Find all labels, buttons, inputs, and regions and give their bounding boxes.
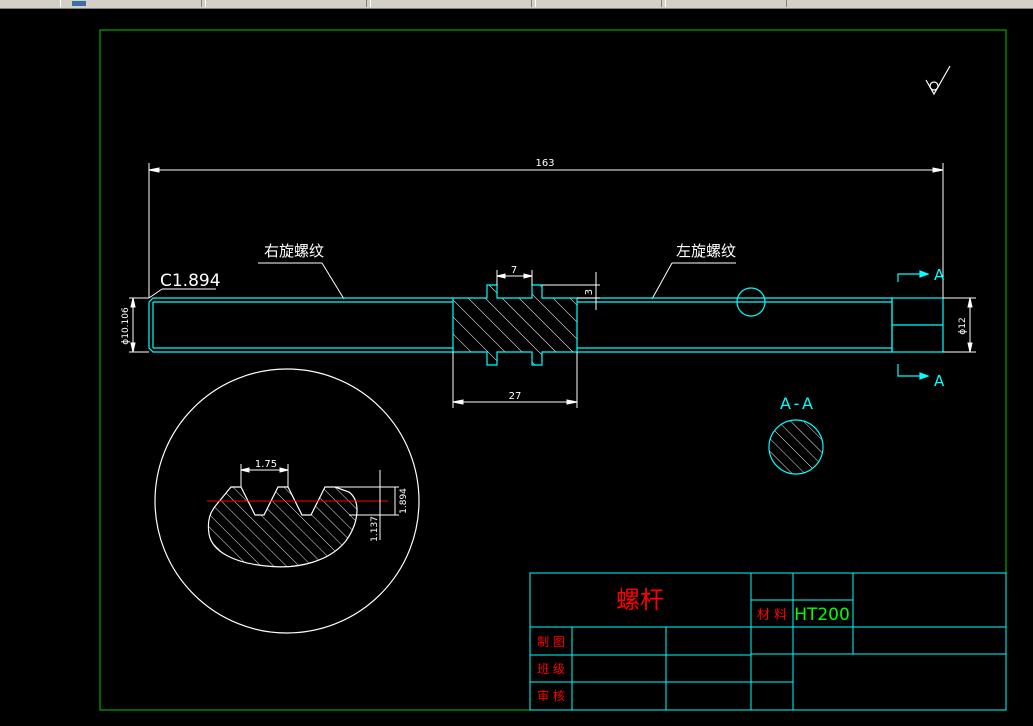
drawn-by-label: 制 图 (537, 635, 565, 649)
thread-root-label: 1.137 (370, 516, 380, 542)
part-name: 螺杆 (616, 586, 664, 614)
section-view-title: A-A (780, 394, 816, 413)
material-value: HT200 (794, 605, 850, 625)
check-label: 审 核 (537, 688, 565, 703)
surface-roughness-icon (925, 65, 951, 96)
thread-depth-label: 1.894 (399, 488, 409, 514)
gear-length-label: 27 (509, 391, 522, 402)
section-mark-top: A (934, 266, 945, 284)
right-diameter-label: ϕ12 (958, 317, 968, 334)
right-thread-label: 右旋螺纹 (264, 242, 324, 260)
gear-tooth-width-label: 7 (511, 265, 517, 276)
thread-pitch-label: 1.75 (255, 459, 277, 470)
left-thread-label: 左旋螺纹 (676, 242, 736, 260)
left-diameter-dimension (129, 297, 149, 353)
gear-section (452, 284, 578, 366)
class-label: 班 级 (537, 662, 565, 676)
gear-tooth-height-label: 3 (584, 289, 595, 295)
overall-length-label: 163 (535, 158, 554, 169)
cad-drawing-canvas[interactable]: 163 C1.894 右旋螺纹 左旋螺纹 7 3 27 ϕ10.106 ϕ12 … (0, 0, 1033, 726)
overall-length-dimension (148, 163, 944, 298)
thread-detail-profile (207, 486, 358, 568)
left-diameter-label: ϕ10.106 (121, 307, 131, 345)
material-label: 材 料 (757, 608, 787, 623)
chamfer-label: C1.894 (160, 271, 221, 291)
section-mark-bottom: A (934, 372, 945, 390)
drawing-border (99, 29, 1007, 711)
title-block (529, 572, 1007, 711)
section-view-circle (768, 419, 824, 475)
